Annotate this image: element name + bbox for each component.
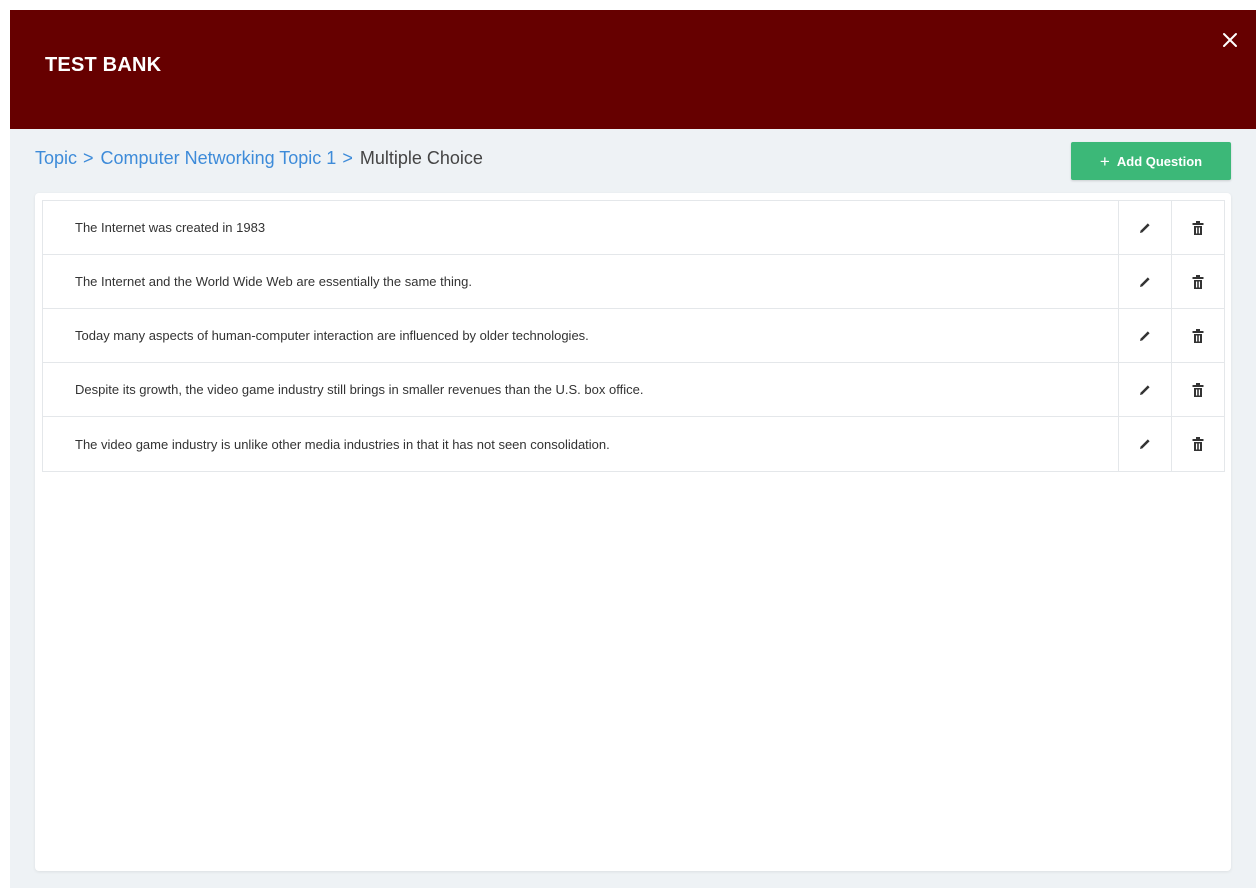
question-list-card: The Internet was created in 1983 The Int… <box>35 193 1231 871</box>
delete-question-button[interactable] <box>1171 363 1224 416</box>
trash-icon <box>1192 382 1204 397</box>
question-row: The Internet was created in 1983 <box>43 201 1224 255</box>
pencil-icon <box>1140 222 1150 233</box>
question-list: The Internet was created in 1983 The Int… <box>42 200 1225 472</box>
question-text: The Internet was created in 1983 <box>75 220 266 235</box>
breadcrumb-computer-networking-topic[interactable]: Computer Networking Topic 1 <box>101 148 337 168</box>
add-question-label: Add Question <box>1116 153 1203 169</box>
close-button[interactable] <box>1220 30 1240 50</box>
question-text: Despite its growth, the video game indus… <box>75 382 644 397</box>
trash-icon <box>1192 437 1204 451</box>
question-text: Today many aspects of human-computer int… <box>75 328 589 343</box>
trash-icon <box>1192 274 1204 289</box>
question-row: Today many aspects of human-computer int… <box>43 309 1224 363</box>
question-row: Despite its growth, the video game indus… <box>43 363 1224 417</box>
question-row: The Internet and the World Wide Web are … <box>43 255 1224 309</box>
breadcrumb-current: Multiple Choice <box>359 148 483 168</box>
edit-question-button[interactable] <box>1118 201 1171 254</box>
breadcrumb-topic[interactable]: Topic <box>35 148 77 168</box>
question-text: The video game industry is unlike other … <box>75 436 610 452</box>
test-bank-modal: TEST BANK Topic > Computer Networking Topi… <box>10 10 1256 888</box>
close-icon <box>1223 33 1237 47</box>
edit-question-button[interactable] <box>1118 417 1171 471</box>
delete-question-button[interactable] <box>1171 417 1224 471</box>
trash-icon <box>1192 328 1204 343</box>
edit-question-button[interactable] <box>1118 309 1171 362</box>
question-text: The Internet and the World Wide Web are … <box>75 274 472 289</box>
pencil-icon <box>1140 276 1150 287</box>
breadcrumb: Topic > Computer Networking Topic 1 > Multip… <box>35 148 483 169</box>
trash-icon <box>1192 220 1204 235</box>
delete-question-button[interactable] <box>1171 201 1224 254</box>
breadcrumb-separator: > <box>83 148 94 168</box>
modal-title: TEST BANK <box>45 54 162 76</box>
question-row: The video game industry is unlike other … <box>43 417 1224 471</box>
delete-question-button[interactable] <box>1171 309 1224 362</box>
edit-question-button[interactable] <box>1118 363 1171 416</box>
modal-header: TEST BANK <box>10 10 1256 129</box>
pencil-icon <box>1140 384 1150 395</box>
delete-question-button[interactable] <box>1171 255 1224 308</box>
pencil-icon <box>1140 330 1150 341</box>
plus-icon: + <box>1099 151 1110 171</box>
pencil-icon <box>1140 439 1150 449</box>
add-question-button[interactable]: + Add Question <box>1071 142 1231 180</box>
breadcrumb-separator: > <box>342 148 353 168</box>
edit-question-button[interactable] <box>1118 255 1171 308</box>
